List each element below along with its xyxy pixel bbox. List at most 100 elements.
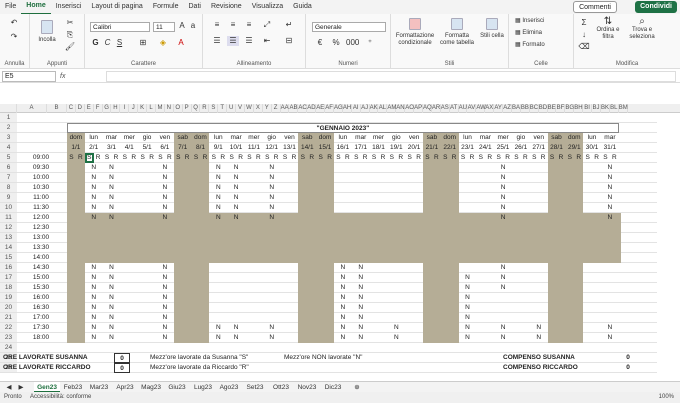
day-name: dom xyxy=(318,134,332,141)
menu-tab[interactable]: Dati xyxy=(184,0,206,14)
align-right-icon[interactable]: ☰ xyxy=(243,36,255,46)
currency-icon[interactable]: € xyxy=(314,38,326,48)
row-header[interactable]: 23 xyxy=(0,333,17,343)
n-marker: N xyxy=(607,324,613,331)
menu-tab[interactable]: Guida xyxy=(288,0,317,14)
menu-tab[interactable]: File xyxy=(0,0,21,14)
underline-button[interactable]: S xyxy=(115,38,124,48)
sort-filter-button[interactable]: ⇅ Ordina e filtra xyxy=(592,17,624,41)
comments-button[interactable]: Commenti xyxy=(573,1,617,13)
share-button[interactable]: Condividi xyxy=(635,1,677,13)
clear-icon[interactable]: ⌫ xyxy=(578,42,590,52)
zoom-level[interactable]: 100% xyxy=(659,392,674,403)
menu-tab[interactable]: Formule xyxy=(148,0,184,14)
number-format-select[interactable]: Generale xyxy=(312,22,386,32)
row-header[interactable]: 8 xyxy=(0,183,17,193)
row-header[interactable]: 24 xyxy=(0,343,17,353)
format-table-button[interactable]: Formatta come tabella xyxy=(439,18,475,47)
n-marker: N xyxy=(500,174,506,181)
selected-cell[interactable] xyxy=(84,153,94,163)
undo-icon[interactable]: ↶ xyxy=(6,18,22,28)
row-header[interactable]: 9 xyxy=(0,193,17,203)
fill-icon[interactable]: ↓ xyxy=(578,30,590,40)
legend-riccardo: Mezz'ore lavorate da Riccardo "R" xyxy=(150,364,249,371)
menu-tab[interactable]: Home xyxy=(21,0,51,15)
grow-font-icon[interactable]: A xyxy=(177,21,187,31)
row-header[interactable]: 13 xyxy=(0,233,17,243)
menu-tab[interactable]: Visualizza xyxy=(247,0,288,14)
row-header[interactable]: 4 xyxy=(0,143,17,153)
fx-icon[interactable]: fx xyxy=(60,71,65,82)
format-painter-icon[interactable]: 🖌 xyxy=(64,42,76,52)
n-marker: N xyxy=(109,274,114,281)
n-marker: N xyxy=(215,204,221,211)
sheet-grid[interactable]: 1 2 3 4 5 6 7 8 9 10 11 12 13 14 15 16 17 18 19 20 21 22 23 24 2… xyxy=(0,104,680,380)
font-name-select[interactable]: Calibri xyxy=(90,22,150,32)
n-marker: N xyxy=(358,274,364,281)
row-header[interactable]: 2 xyxy=(0,123,17,133)
cut-icon[interactable]: ✂ xyxy=(64,18,76,28)
row-header[interactable]: 15 xyxy=(0,253,17,263)
row-header[interactable]: 3 xyxy=(0,133,17,143)
day-name: gio xyxy=(516,134,526,141)
cell-styles-button[interactable]: Stili cella xyxy=(479,18,505,40)
orientation-icon[interactable]: ⤢ xyxy=(261,20,273,30)
time-label: 12:30 xyxy=(32,224,50,231)
ribbon: ↶ ↷ Annulla Incolla ✂ ⎘ 🖌 Appunti Calibr… xyxy=(0,14,680,69)
row-header[interactable]: 16 xyxy=(0,263,17,273)
percent-icon[interactable]: % xyxy=(330,38,342,48)
borders-icon[interactable]: ⊞ xyxy=(137,38,149,48)
align-bottom-icon[interactable]: ≡ xyxy=(243,20,255,30)
redo-icon[interactable]: ↷ xyxy=(6,32,22,42)
italic-button[interactable]: C xyxy=(103,38,112,48)
indent-icon[interactable]: ⇤ xyxy=(261,36,273,46)
row-header[interactable]: 18 xyxy=(0,283,17,293)
n-marker: N xyxy=(607,184,613,191)
accessibility-status[interactable]: Accessibilità: conforme xyxy=(30,392,91,403)
insert-cells-button[interactable]: ▦ Inserisci xyxy=(515,18,565,25)
align-middle-icon[interactable]: ≡ xyxy=(227,20,239,30)
row-header[interactable]: 17 xyxy=(0,273,17,283)
conditional-format-button[interactable]: Formattazione condizionale xyxy=(395,18,435,47)
name-box[interactable]: E5 xyxy=(2,71,56,82)
n-marker: N xyxy=(162,334,168,341)
fill-color-icon[interactable]: ◈ xyxy=(157,38,169,48)
row-header[interactable]: 14 xyxy=(0,243,17,253)
row-header[interactable]: 12 xyxy=(0,223,17,233)
row-header[interactable]: 20 xyxy=(0,303,17,313)
merge-icon[interactable]: ⊟ xyxy=(283,36,295,46)
delete-cells-button[interactable]: ▦ Elimina xyxy=(515,30,565,37)
row-header[interactable]: 22 xyxy=(0,323,17,333)
font-color-icon[interactable]: A xyxy=(175,38,187,48)
row-header[interactable]: 10 xyxy=(0,203,17,213)
formula-input[interactable] xyxy=(106,71,676,82)
day-name: dom xyxy=(443,134,457,141)
row-header[interactable]: 11 xyxy=(0,213,17,223)
menu-tab[interactable]: Layout di pagina xyxy=(86,0,147,14)
row-header[interactable]: 7 xyxy=(0,173,17,183)
wrap-text-icon[interactable]: ↵ xyxy=(283,20,295,30)
menu-tab[interactable]: Revisione xyxy=(206,0,247,14)
row-header[interactable]: 5 xyxy=(0,153,17,163)
autosum-icon[interactable]: Σ xyxy=(578,18,590,28)
align-left-icon[interactable]: ☰ xyxy=(211,36,223,46)
menu-tab[interactable]: Inserisci xyxy=(51,0,87,14)
format-cells-button[interactable]: ▦ Formato xyxy=(515,42,565,49)
increase-decimal-icon[interactable]: ⁺ xyxy=(364,38,376,48)
align-top-icon[interactable]: ≡ xyxy=(211,20,223,30)
row-header[interactable]: 19 xyxy=(0,293,17,303)
row-header[interactable]: 21 xyxy=(0,313,17,323)
group-carattere: Calibri 11 A a G C S ⊞ ◈ A Carattere xyxy=(85,14,203,69)
day-name: ven xyxy=(284,134,295,141)
bold-button[interactable]: G xyxy=(91,38,100,48)
paste-button[interactable]: Incolla xyxy=(36,20,58,44)
font-size-select[interactable]: 11 xyxy=(153,22,175,32)
copy-icon[interactable]: ⎘ xyxy=(64,30,76,40)
row-header[interactable]: 1 xyxy=(0,113,17,123)
align-center-icon[interactable]: ☰ xyxy=(227,36,239,46)
shrink-font-icon[interactable]: a xyxy=(188,21,198,31)
find-select-button[interactable]: ⌕ Trova e seleziona xyxy=(626,17,658,41)
row-header[interactable]: 6 xyxy=(0,163,17,173)
time-label: 15:30 xyxy=(32,284,50,291)
comma-icon[interactable]: 000 xyxy=(346,38,359,48)
